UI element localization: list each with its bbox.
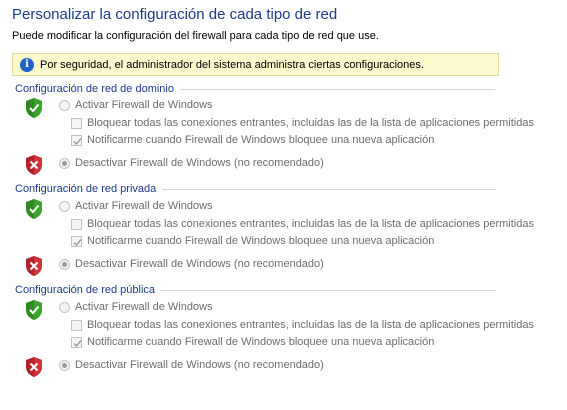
notify-label: Notificarme cuando Firewall de Windows b… — [87, 235, 435, 247]
shield-x-icon — [26, 155, 42, 175]
radio-button[interactable] — [59, 258, 70, 270]
notify-checkbox[interactable]: Notificarme cuando Firewall de Windows b… — [71, 335, 434, 349]
radio-button[interactable] — [59, 359, 70, 371]
shield-check-icon — [26, 300, 42, 320]
shield-x-icon — [26, 256, 42, 276]
checkbox[interactable] — [71, 235, 82, 247]
section-divider — [180, 88, 495, 90]
radio-button[interactable] — [59, 99, 70, 111]
radio-button[interactable] — [59, 301, 70, 313]
section-divider — [161, 289, 495, 291]
shield-x-icon — [26, 357, 42, 377]
enable-firewall-radio[interactable]: Activar Firewall de Windows — [59, 199, 213, 213]
enable-firewall-radio[interactable]: Activar Firewall de Windows — [59, 300, 213, 314]
block-incoming-checkbox[interactable]: Bloquear todas las conexiones entrantes,… — [71, 116, 534, 130]
checkmark-icon — [73, 339, 82, 347]
section-private-header: Configuración de red privada — [15, 182, 495, 196]
info-icon: i — [20, 57, 34, 72]
checkbox[interactable] — [71, 336, 82, 348]
disable-firewall-radio[interactable]: Desactivar Firewall de Windows (no recom… — [59, 358, 324, 372]
disable-firewall-radio[interactable]: Desactivar Firewall de Windows (no recom… — [59, 257, 324, 271]
section-public-title: Configuración de red pública — [15, 284, 156, 296]
notify-label: Notificarme cuando Firewall de Windows b… — [87, 336, 435, 348]
shield-check-icon — [26, 98, 42, 118]
block-incoming-label: Bloquear todas las conexiones entrantes,… — [87, 218, 534, 230]
block-incoming-label: Bloquear todas las conexiones entrantes,… — [87, 117, 534, 129]
enable-firewall-label: Activar Firewall de Windows — [75, 301, 213, 313]
radio-button[interactable] — [59, 200, 70, 212]
checkmark-icon — [73, 137, 82, 145]
notify-checkbox[interactable]: Notificarme cuando Firewall de Windows b… — [71, 234, 434, 248]
section-private-title: Configuración de red privada — [15, 183, 157, 195]
page-description: Puede modificar la configuración del fir… — [12, 30, 379, 42]
admin-info-bar: i Por seguridad, el administrador del si… — [12, 53, 499, 76]
radio-button[interactable] — [59, 157, 70, 169]
enable-firewall-label: Activar Firewall de Windows — [75, 99, 213, 111]
disable-firewall-label: Desactivar Firewall de Windows (no recom… — [75, 258, 324, 270]
info-text: Por seguridad, el administrador del sist… — [40, 58, 424, 71]
disable-firewall-label: Desactivar Firewall de Windows (no recom… — [75, 157, 324, 169]
section-public-header: Configuración de red pública — [15, 283, 495, 297]
notify-checkbox[interactable]: Notificarme cuando Firewall de Windows b… — [71, 133, 434, 147]
page-title: Personalizar la configuración de cada ti… — [12, 6, 338, 23]
section-divider — [162, 188, 495, 190]
checkbox[interactable] — [71, 117, 82, 129]
checkbox[interactable] — [71, 134, 82, 146]
section-domain-title: Configuración de red de dominio — [15, 83, 174, 95]
notify-label: Notificarme cuando Firewall de Windows b… — [87, 134, 435, 146]
block-incoming-label: Bloquear todas las conexiones entrantes,… — [87, 319, 534, 331]
block-incoming-checkbox[interactable]: Bloquear todas las conexiones entrantes,… — [71, 318, 534, 332]
enable-firewall-label: Activar Firewall de Windows — [75, 200, 213, 212]
disable-firewall-radio[interactable]: Desactivar Firewall de Windows (no recom… — [59, 156, 324, 170]
checkbox[interactable] — [71, 218, 82, 230]
disable-firewall-label: Desactivar Firewall de Windows (no recom… — [75, 359, 324, 371]
shield-check-icon — [26, 199, 42, 219]
enable-firewall-radio[interactable]: Activar Firewall de Windows — [59, 98, 213, 112]
checkmark-icon — [73, 238, 82, 246]
block-incoming-checkbox[interactable]: Bloquear todas las conexiones entrantes,… — [71, 217, 534, 231]
checkbox[interactable] — [71, 319, 82, 331]
section-domain-header: Configuración de red de dominio — [15, 82, 495, 96]
